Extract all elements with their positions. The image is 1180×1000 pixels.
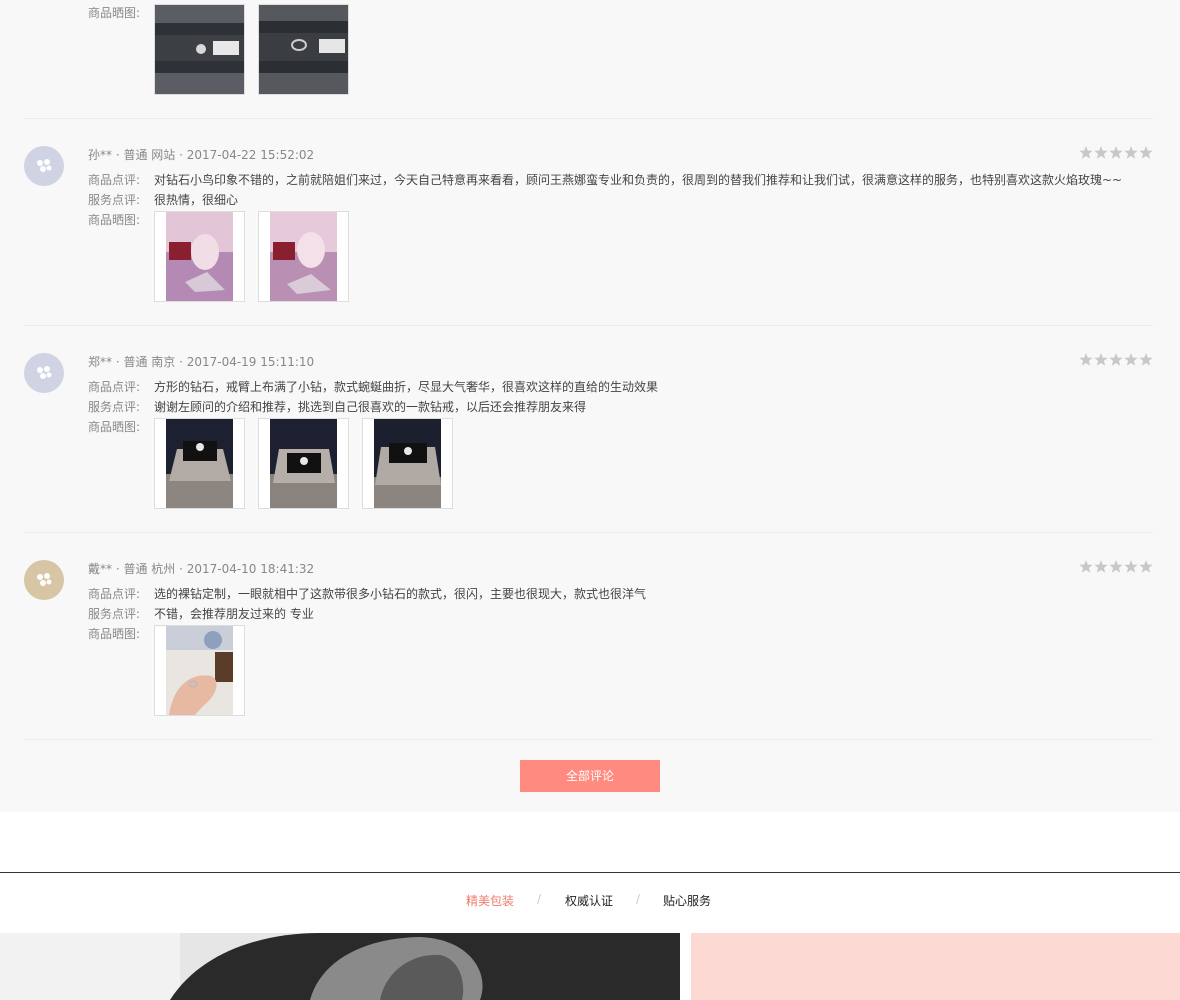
review-photo[interactable] [258,4,349,95]
user-icon [37,159,52,172]
product-review-row: 商品点评: 方形的钻石，戒臂上布满了小钻，款式蜿蜒曲折，尽显大气奢华，很喜欢这样的… [88,378,658,395]
avatar [24,560,64,600]
service-review-row: 服务点评: 很热情，很细心 [88,191,238,208]
product-review-text: 选的裸钻定制，一眼就相中了这款带很多小钻石的款式，很闪，主要也很现大，款式也很洋… [154,587,647,601]
product-review-label: 商品点评: [88,380,141,394]
star-icon [1109,353,1123,366]
review-photo[interactable] [154,4,245,95]
star-icon [1124,560,1138,573]
photos-label: 商品晒图: [88,6,141,20]
service-review-text: 谢谢左顾问的介绍和推荐，挑选到自己很喜欢的一款钻戒，以后还会推荐朋友来得 [154,400,587,414]
divider [24,532,1153,533]
star-icon [1094,146,1108,159]
product-review-text: 方形的钻石，戒臂上布满了小钻，款式蜿蜒曲折，尽显大气奢华，很喜欢这样的直给的生动… [154,380,659,394]
service-review-row: 服务点评: 谢谢左顾问的介绍和推荐，挑选到自己很喜欢的一款钻戒，以后还会推荐朋友来… [88,398,586,415]
star-icon [1109,560,1123,573]
star-icon [1124,353,1138,366]
product-review-text: 对钻石小鸟印象不错的，之前就陪姐们来过，今天自己特意再来看看，顾问王燕娜蛮专业和… [154,173,1123,187]
review-photo[interactable] [154,418,245,509]
service-review-label: 服务点评: [88,607,141,621]
feature-panel [691,933,1180,1000]
photos-row: 商品晒图: [88,418,154,435]
rating-stars [1079,560,1153,573]
star-icon [1079,560,1093,573]
review-photo[interactable] [362,418,453,509]
star-icon [1124,146,1138,159]
service-review-text: 很热情，很细心 [154,193,239,207]
photos-row: 商品晒图: [88,211,154,228]
service-review-label: 服务点评: [88,193,141,207]
review-item: 郑** · 普通 南京 · 2017-04-19 15:11:10 商品点评: 方… [24,353,1153,509]
review-photo[interactable] [258,211,349,302]
review-meta: 戴** · 普通 杭州 · 2017-04-10 18:41:32 [88,562,315,576]
review-meta: 孙** · 普通 网站 · 2017-04-22 15:52:02 [88,148,315,162]
feature-photo [0,933,680,1000]
photos-label: 商品晒图: [88,213,141,227]
star-icon [1139,353,1153,366]
photos-label: 商品晒图: [88,627,141,641]
divider [24,739,1153,740]
product-review-label: 商品点评: [88,173,141,187]
review-item: 戴** · 普通 杭州 · 2017-04-10 18:41:32 商品点评: 选… [24,560,1153,716]
photo-list [154,625,245,716]
tab-separator: / [636,892,641,906]
star-icon [1094,560,1108,573]
review-item: 商品晒图: [24,4,1153,96]
photo-list [154,4,349,95]
rating-stars [1079,146,1153,159]
tab-service[interactable]: 贴心服务 [663,892,711,909]
product-review-row: 商品点评: 对钻石小鸟印象不错的，之前就陪姐们来过，今天自己特意再来看看，顾问王燕… [88,171,1122,188]
avatar [24,353,64,393]
reviews-section: 商品晒图: 孙** · 普通 网站 · 2017-04-22 15:52:02 … [0,0,1180,812]
service-review-row: 服务点评: 不错，会推荐朋友过来的 专业 [88,605,314,622]
tab-separator: / [537,892,542,906]
star-icon [1109,146,1123,159]
star-icon [1079,353,1093,366]
photos-label: 商品晒图: [88,420,141,434]
product-review-label: 商品点评: [88,587,141,601]
photo-list [154,211,349,302]
review-photo[interactable] [154,625,245,716]
review-photo[interactable] [258,418,349,509]
divider [24,325,1153,326]
avatar [24,146,64,186]
photos-row: 商品晒图: [88,625,154,642]
section-divider [0,872,1180,873]
service-review-text: 不错，会推荐朋友过来的 专业 [154,607,314,621]
star-icon [1139,560,1153,573]
service-review-label: 服务点评: [88,400,141,414]
star-icon [1079,146,1093,159]
review-item: 孙** · 普通 网站 · 2017-04-22 15:52:02 商品点评: 对… [24,146,1153,302]
tab-certification[interactable]: 权威认证 [565,892,613,909]
photos-row: 商品晒图: [88,4,154,21]
photo-list [154,418,453,509]
review-photo[interactable] [154,211,245,302]
review-meta: 郑** · 普通 南京 · 2017-04-19 15:11:10 [88,355,315,369]
star-icon [1139,146,1153,159]
user-icon [37,573,52,586]
product-review-row: 商品点评: 选的裸钻定制，一眼就相中了这款带很多小钻石的款式，很闪，主要也很现大，… [88,585,646,602]
all-reviews-button[interactable]: 全部评论 [520,760,660,792]
tab-packaging[interactable]: 精美包装 [466,892,514,909]
star-icon [1094,353,1108,366]
user-icon [37,366,52,379]
divider [24,118,1153,119]
rating-stars [1079,353,1153,366]
